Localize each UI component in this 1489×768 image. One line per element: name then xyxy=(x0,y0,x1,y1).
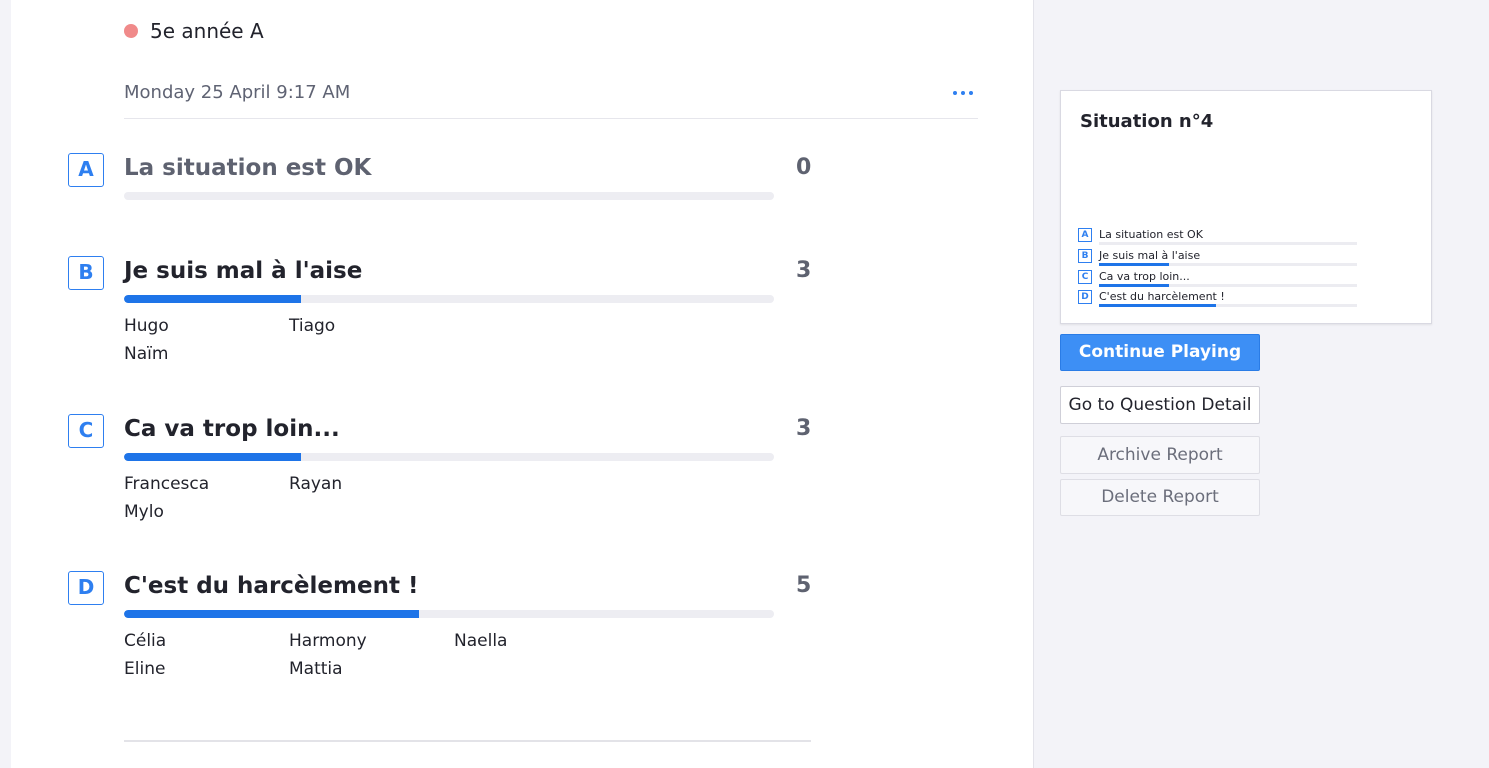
preview-answer-label: Je suis mal à l'aise xyxy=(1099,249,1201,262)
left-gutter xyxy=(0,0,11,768)
report-panel: 5e année A Monday 25 April 9:17 AM A La … xyxy=(11,0,1034,768)
answer-progress-fill xyxy=(124,610,420,618)
continue-playing-button[interactable]: Continue Playing xyxy=(1060,334,1260,371)
answer-progress-fill xyxy=(124,295,302,303)
student-name: Hugo xyxy=(124,316,169,336)
preview-title: Situation n°4 xyxy=(1080,111,1214,132)
answer-count: 5 xyxy=(796,573,812,598)
delete-report-button[interactable]: Delete Report xyxy=(1060,479,1260,516)
student-name: Naella xyxy=(454,631,508,651)
answer-count: 3 xyxy=(796,416,812,441)
ellipsis-icon[interactable] xyxy=(949,80,977,104)
student-name: Rayan xyxy=(289,474,343,494)
student-name: Francesca xyxy=(124,474,210,494)
student-name: Eline xyxy=(124,659,166,679)
preview-letter-badge: D xyxy=(1078,290,1092,304)
preview-answer-row: C Ca va trop loin... xyxy=(1078,270,1378,290)
question-preview-card[interactable]: Situation n°4 A La situation est OK B Je… xyxy=(1060,90,1432,324)
answer-letter-badge: A xyxy=(68,153,104,187)
student-list: Hugo Tiago Naïm xyxy=(124,316,624,364)
preview-answer-row: D C'est du harcèlement ! xyxy=(1078,290,1378,310)
student-name: Mylo xyxy=(124,502,164,522)
preview-progress-fill xyxy=(1099,263,1170,266)
answer-label: La situation est OK xyxy=(124,155,372,181)
student-name: Mattia xyxy=(289,659,343,679)
answer-progress-fill xyxy=(124,453,302,461)
answer-progress-bar xyxy=(124,610,774,618)
student-name: Naïm xyxy=(124,344,169,364)
preview-answer-label: C'est du harcèlement ! xyxy=(1099,290,1225,303)
preview-letter-badge: C xyxy=(1078,270,1092,284)
session-date: Monday 25 April 9:17 AM xyxy=(124,82,351,103)
answer-count: 0 xyxy=(796,155,812,180)
preview-progress-bar xyxy=(1099,242,1357,245)
question-detail-button[interactable]: Go to Question Detail xyxy=(1060,386,1260,424)
student-list: Francesca Rayan Mylo xyxy=(124,474,624,522)
answer-label: Je suis mal à l'aise xyxy=(124,258,363,284)
archive-report-button[interactable]: Archive Report xyxy=(1060,436,1260,474)
student-name: Harmony xyxy=(289,631,367,651)
answer-progress-bar xyxy=(124,192,774,200)
answer-progress-bar xyxy=(124,295,774,303)
preview-letter-badge: A xyxy=(1078,228,1092,242)
preview-answer-label: La situation est OK xyxy=(1099,228,1203,241)
preview-progress-fill xyxy=(1099,304,1217,307)
footer-divider xyxy=(124,740,811,742)
student-name: Célia xyxy=(124,631,167,651)
answer-letter-badge: D xyxy=(68,571,104,605)
answer-progress-bar xyxy=(124,453,774,461)
side-panel: Situation n°4 A La situation est OK B Je… xyxy=(1035,0,1489,768)
answer-letter-badge: B xyxy=(68,256,104,290)
preview-letter-badge: B xyxy=(1078,249,1092,263)
class-color-dot xyxy=(124,24,138,38)
preview-answer-row: B Je suis mal à l'aise xyxy=(1078,249,1378,269)
preview-answer-row: A La situation est OK xyxy=(1078,228,1378,248)
student-list: Célia Harmony Naella Eline Mattia xyxy=(124,631,624,679)
preview-progress-fill xyxy=(1099,284,1170,287)
header-divider xyxy=(124,118,978,119)
class-name: 5e année A xyxy=(150,19,264,43)
answer-count: 3 xyxy=(796,258,812,283)
preview-progress-bar xyxy=(1099,304,1357,307)
preview-progress-bar xyxy=(1099,284,1357,287)
preview-progress-bar xyxy=(1099,263,1357,266)
student-name: Tiago xyxy=(289,316,336,336)
answer-label: Ca va trop loin... xyxy=(124,416,340,442)
answer-letter-badge: C xyxy=(68,414,104,448)
answer-label: C'est du harcèlement ! xyxy=(124,573,419,599)
preview-answer-label: Ca va trop loin... xyxy=(1099,270,1190,283)
